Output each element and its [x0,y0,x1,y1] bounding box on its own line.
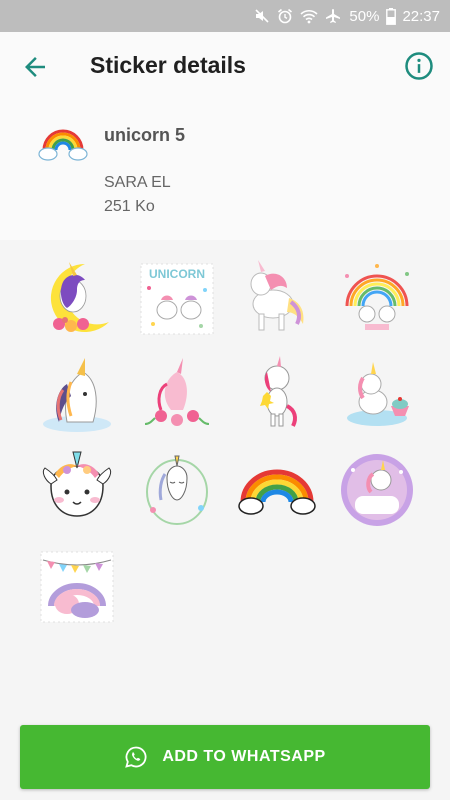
mute-icon [254,8,270,24]
info-icon [405,52,433,80]
unicorn-sketch-sticker[interactable] [127,442,227,538]
unicorn-text-sticker[interactable]: UNICORN [127,250,227,346]
pack-size: 251 Ko [104,198,155,215]
unicorn-pink-wreath-sticker[interactable] [127,346,227,442]
bottom-bar: ADD TO WHATSAPP [0,708,450,800]
pack-header: unicorn 5 SARA EL 251 Ko [0,100,450,240]
rainbow-cloud-sticker[interactable] [227,442,327,538]
whatsapp-icon [124,745,148,769]
add-to-whatsapp-label: ADD TO WHATSAPP [162,748,326,765]
unicorn-cupcake-sticker[interactable] [327,346,427,442]
alarm-icon [277,8,293,24]
pack-name: unicorn 5 [104,125,186,145]
pack-publisher: SARA EL [104,174,171,191]
status-bar: 50% 22:37 [0,0,450,32]
sticker-grid: UNICORN [27,250,427,634]
page-title: Sticker details [90,52,246,78]
unicorn-pastel-sticker[interactable] [227,250,327,346]
add-to-whatsapp-button[interactable]: ADD TO WHATSAPP [20,725,430,789]
unicorn-star-sticker[interactable] [227,346,327,442]
arrow-back-icon [25,57,45,77]
unicorn-purple-circle-sticker[interactable] [327,442,427,538]
airplane-icon [325,8,341,24]
unicorn-face-sticker[interactable] [27,442,127,538]
info-button[interactable] [404,51,434,81]
unicorn-text-label: UNICORN [149,267,205,281]
battery-percent: 50% [349,7,380,25]
unicorn-rainbow-sticker[interactable] [327,250,427,346]
back-button[interactable] [20,52,50,82]
wifi-icon [300,8,318,24]
clock: 22:37 [402,7,440,25]
app-bar: Sticker details [0,32,450,100]
unicorn-moon-sticker[interactable] [27,250,127,346]
unicorn-bunting-sticker[interactable] [27,538,127,634]
pack-tray-icon [38,126,88,162]
battery-icon [386,7,397,25]
unicorn-portrait-sticker[interactable] [27,346,127,442]
